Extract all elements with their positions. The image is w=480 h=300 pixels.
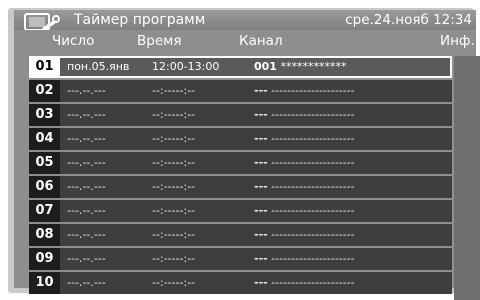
header-time: Время — [137, 33, 182, 49]
row-channel: --- --------------------- — [254, 248, 449, 270]
row-date: пон.05.янв — [67, 60, 130, 73]
row-time: 12:00-13:00 — [152, 60, 220, 73]
channel-name: --------------------- — [271, 132, 355, 145]
channel-name: --------------------- — [271, 252, 355, 265]
row-date: ---.--.--- — [67, 84, 106, 97]
channel-name: --------------------- — [271, 228, 355, 241]
header-info: Инф. — [440, 33, 475, 49]
info-column — [454, 56, 480, 300]
row-number: 10 — [29, 272, 60, 294]
table-row[interactable]: 04 ---.--.--- --:-----:-- --- ----------… — [29, 128, 452, 150]
row-number: 09 — [29, 248, 60, 270]
table-row[interactable]: 07 ---.--.--- --:-----:-- --- ----------… — [29, 200, 452, 222]
row-number: 03 — [29, 104, 60, 126]
channel-name: --------------------- — [271, 84, 355, 97]
table-row[interactable]: 08 ---.--.--- --:-----:-- --- ----------… — [29, 224, 452, 246]
current-datetime: сре.24.нояб 12:34 — [345, 12, 472, 28]
channel-name: --------------------- — [271, 180, 355, 193]
channel-number: --- — [254, 156, 268, 169]
channel-number: --- — [254, 108, 268, 121]
row-number: 08 — [29, 224, 60, 246]
row-time: --:-----:-- — [152, 180, 196, 193]
row-date: ---.--.--- — [67, 252, 106, 265]
page-title: Таймер программ — [74, 12, 206, 28]
row-date: ---.--.--- — [67, 204, 106, 217]
row-time: --:-----:-- — [152, 156, 196, 169]
channel-number: --- — [254, 204, 268, 217]
row-channel: --- --------------------- — [254, 80, 449, 102]
channel-number: --- — [254, 252, 268, 265]
row-time: --:-----:-- — [152, 276, 196, 289]
row-date: ---.--.--- — [67, 108, 106, 121]
header-channel: Канал — [239, 33, 283, 49]
row-number: 06 — [29, 176, 60, 198]
timer-table: Число Время Канал Инф. 01 пон.05.янв 12:… — [14, 30, 480, 300]
row-date: ---.--.--- — [67, 276, 106, 289]
channel-number: --- — [254, 180, 268, 193]
row-number: 05 — [29, 152, 60, 174]
channel-number: --- — [254, 228, 268, 241]
channel-name: --------------------- — [271, 276, 355, 289]
row-number: 07 — [29, 200, 60, 222]
channel-number: --- — [254, 84, 268, 97]
row-time: --:-----:-- — [152, 228, 196, 241]
table-row[interactable]: 10 ---.--.--- --:-----:-- --- ----------… — [29, 272, 452, 294]
row-date: ---.--.--- — [67, 156, 106, 169]
table-row[interactable]: 03 ---.--.--- --:-----:-- --- ----------… — [29, 104, 452, 126]
row-channel: --- --------------------- — [254, 128, 449, 150]
channel-name: --------------------- — [271, 108, 355, 121]
row-channel: --- --------------------- — [254, 200, 449, 222]
row-channel: --- --------------------- — [254, 152, 449, 174]
row-channel: --- --------------------- — [254, 104, 449, 126]
title-bar: Таймер программ сре.24.нояб 12:34 — [14, 10, 476, 31]
table-row[interactable]: 02 ---.--.--- --:-----:-- --- ----------… — [29, 80, 452, 102]
row-time: --:-----:-- — [152, 204, 196, 217]
row-channel: 001 ************ — [254, 56, 449, 78]
row-channel: --- --------------------- — [254, 224, 449, 246]
row-time: --:-----:-- — [152, 252, 196, 265]
row-number: 01 — [29, 56, 60, 78]
row-channel: --- --------------------- — [254, 272, 449, 294]
row-number: 02 — [29, 80, 60, 102]
table-row[interactable]: 06 ---.--.--- --:-----:-- --- ----------… — [29, 176, 452, 198]
channel-name: --------------------- — [271, 204, 355, 217]
channel-name: ************ — [280, 60, 347, 73]
table-row[interactable]: 01 пон.05.янв 12:00-13:00 001 **********… — [29, 56, 452, 78]
row-time: --:-----:-- — [152, 108, 196, 121]
channel-name: --------------------- — [271, 156, 355, 169]
channel-number: 001 — [254, 60, 277, 73]
row-number: 04 — [29, 128, 60, 150]
row-time: --:-----:-- — [152, 84, 196, 97]
table-row[interactable]: 05 ---.--.--- --:-----:-- --- ----------… — [29, 152, 452, 174]
table-row[interactable]: 09 ---.--.--- --:-----:-- --- ----------… — [29, 248, 452, 270]
channel-number: --- — [254, 276, 268, 289]
header-number: Число — [52, 33, 95, 49]
row-date: ---.--.--- — [67, 132, 106, 145]
row-date: ---.--.--- — [67, 228, 106, 241]
row-channel: --- --------------------- — [254, 176, 449, 198]
row-date: ---.--.--- — [67, 180, 106, 193]
row-time: --:-----:-- — [152, 132, 196, 145]
channel-number: --- — [254, 132, 268, 145]
